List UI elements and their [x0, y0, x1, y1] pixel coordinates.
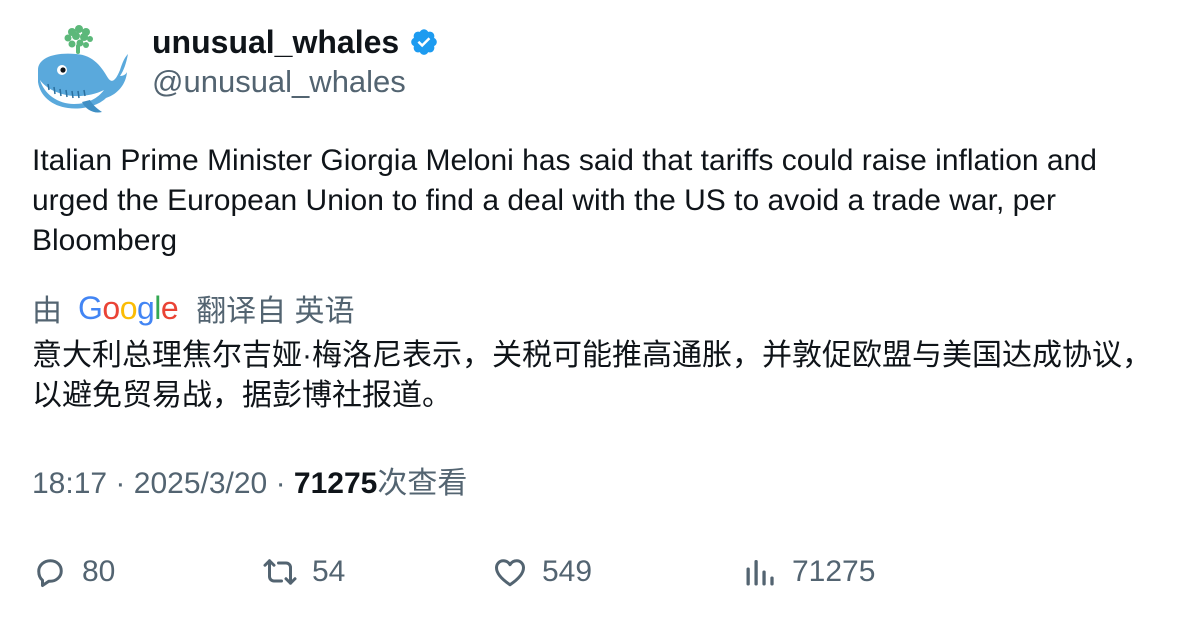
retweet-button[interactable]: 54: [262, 552, 345, 592]
reply-icon: [37, 559, 63, 587]
avatar[interactable]: [32, 24, 128, 120]
heart-icon: [495, 559, 525, 587]
analytics-icon: [746, 560, 774, 586]
views-count: 71275: [293, 467, 378, 500]
retweet-count: 54: [312, 555, 346, 588]
google-logo: Google: [78, 289, 179, 326]
verified-badge-icon: [411, 29, 437, 55]
reply-count: 80: [82, 555, 116, 588]
retweet-icon: [263, 559, 297, 585]
views-action-count: 71275: [792, 555, 876, 588]
views-button[interactable]: 71275: [742, 552, 875, 592]
translation-attribution: 由 Google 翻译自 英语: [32, 288, 355, 329]
whale-logo-icon: [38, 25, 128, 113]
tweet-text: Italian Prime Minister Giorgia Meloni ha…: [32, 144, 1097, 257]
translated-text: 意大利总理焦尔吉娅·梅洛尼表示，关税可能推高通胀，并敦促欧盟与美国达成协议，以避…: [32, 339, 1152, 412]
reply-button[interactable]: 80: [32, 552, 115, 592]
tweet-meta: 18:17 · 2025/3/20 · 71275次查看: [32, 464, 467, 504]
views-label: 次查看: [377, 467, 468, 500]
tweet-time[interactable]: 18:17: [32, 467, 107, 500]
meta-separator: ·: [115, 467, 126, 500]
translation-source-language: 翻译自 英语: [196, 295, 355, 328]
tweet-date[interactable]: 2025/3/20: [134, 467, 267, 500]
translation-prefix: 由: [32, 295, 62, 328]
like-button[interactable]: 549: [492, 552, 592, 592]
action-bar: 80 54 549 71275: [32, 552, 1172, 592]
author-name-row: unusual_whales: [152, 22, 439, 62]
author-handle[interactable]: @unusual_whales: [152, 62, 406, 102]
meta-separator: ·: [275, 467, 286, 500]
like-count: 549: [542, 555, 593, 588]
author-display-name[interactable]: unusual_whales: [152, 22, 399, 62]
